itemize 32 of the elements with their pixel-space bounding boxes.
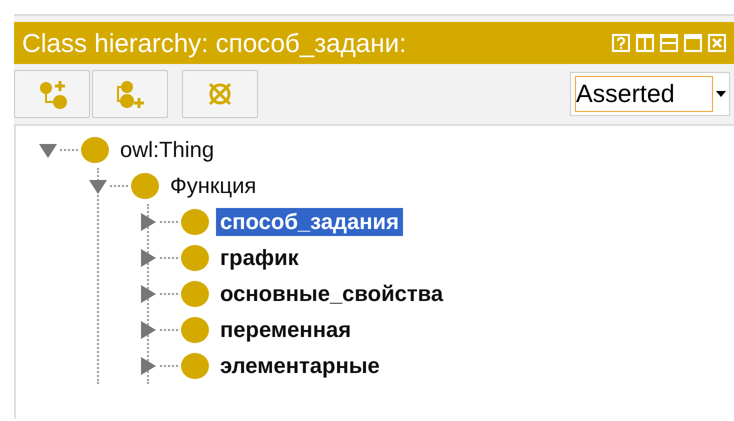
- expand-toggle-icon[interactable]: [138, 284, 158, 304]
- class-icon: [80, 136, 110, 164]
- view-dropdown[interactable]: Asserted: [570, 72, 730, 116]
- add-sibling-icon: [115, 79, 145, 109]
- expand-toggle-icon[interactable]: [138, 356, 158, 376]
- panel-title: Class hierarchy: способ_задани:: [22, 28, 408, 58]
- add-subclass-icon: [37, 79, 67, 109]
- add-sibling-button[interactable]: [92, 70, 168, 118]
- class-icon: [180, 352, 210, 380]
- class-label[interactable]: график: [216, 244, 303, 272]
- class-icon: [130, 172, 160, 200]
- expand-toggle-icon[interactable]: [138, 212, 158, 232]
- expand-toggle-icon[interactable]: [138, 320, 158, 340]
- class-icon: [180, 280, 210, 308]
- help-icon[interactable]: [612, 34, 630, 52]
- delete-button[interactable]: [182, 70, 258, 118]
- class-icon: [180, 244, 210, 272]
- class-label[interactable]: основные_свойства: [216, 280, 448, 308]
- split-vertical-icon[interactable]: [636, 34, 654, 52]
- class-label[interactable]: переменная: [216, 316, 356, 344]
- close-icon[interactable]: [708, 34, 726, 52]
- caret-icon: [715, 90, 727, 98]
- class-icon: [180, 208, 210, 236]
- class-label[interactable]: элементарные: [216, 352, 384, 380]
- class-label[interactable]: способ_задания: [216, 208, 403, 236]
- class-label[interactable]: Функция: [166, 172, 260, 200]
- maximize-icon[interactable]: [684, 34, 702, 52]
- add-subclass-button[interactable]: [14, 70, 90, 118]
- class-label[interactable]: owl:Thing: [116, 136, 218, 164]
- class-icon: [180, 316, 210, 344]
- expand-toggle-icon[interactable]: [138, 248, 158, 268]
- split-horizontal-icon[interactable]: [660, 34, 678, 52]
